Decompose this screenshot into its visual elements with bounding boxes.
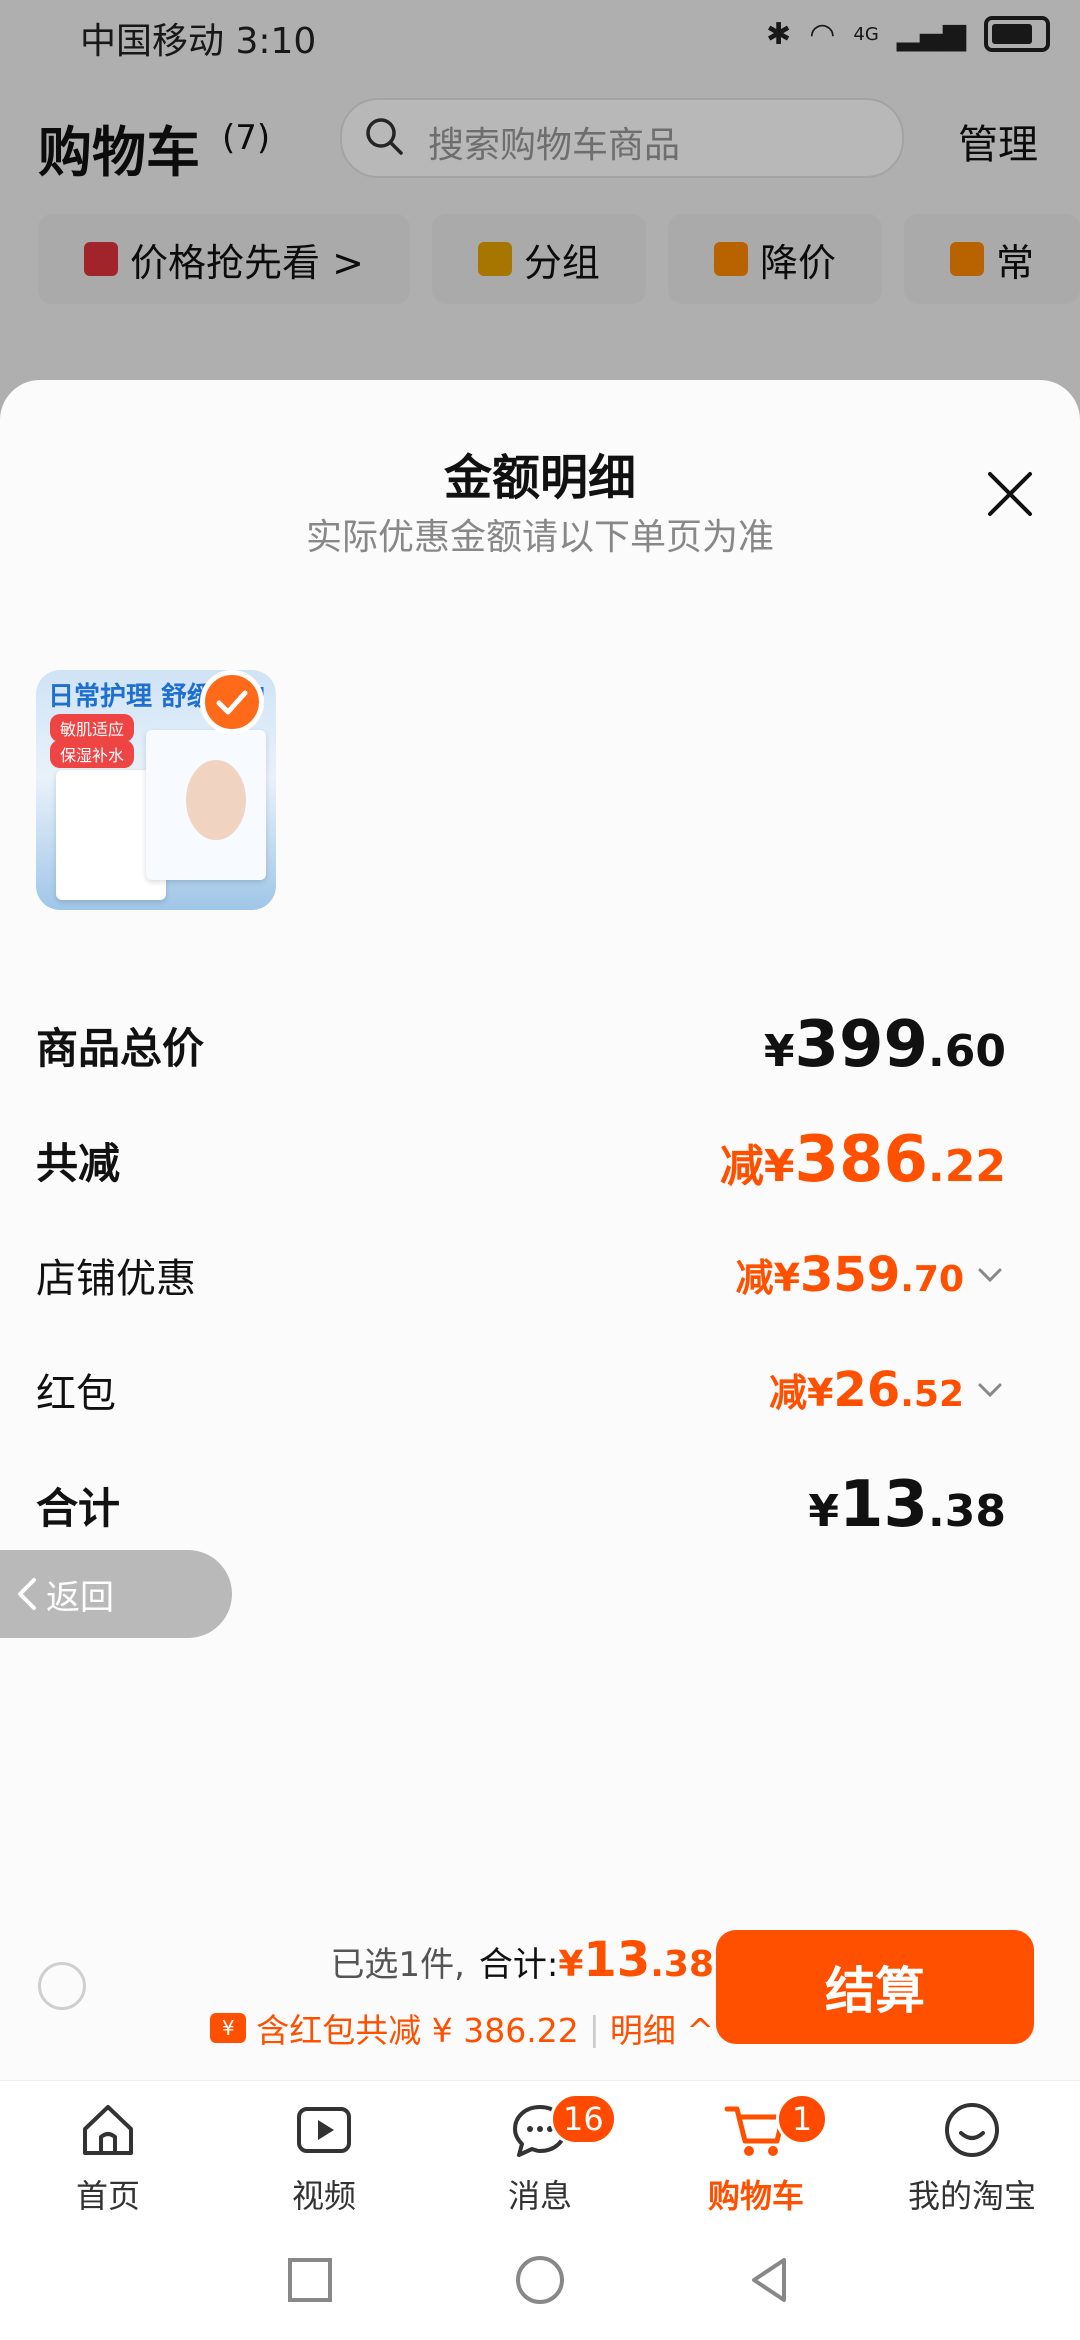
checkout-bar: 已选1件, 合计: ¥ 13 .38 ¥ 含红包共减 ¥ 386.22 | 明细… [0, 1910, 1080, 2080]
selected-count: 已选1件, [330, 1945, 465, 1985]
profile-icon [945, 2103, 999, 2157]
amount-dec: .38 [650, 1944, 714, 1985]
amount-dec: .70 [900, 1259, 964, 1300]
amount-int: 13 [583, 1932, 651, 1988]
select-all-checkbox[interactable] [38, 1962, 86, 2010]
tab-label: 我的淘宝 [907, 2177, 1036, 2215]
currency: ¥ [808, 1486, 839, 1537]
tab-profile[interactable]: 我的淘宝 [864, 2081, 1080, 2221]
system-navigation-bar [0, 2220, 1080, 2340]
row-red-packet[interactable]: 红包 减 ¥ 26 .52 [36, 1355, 1006, 1425]
amount-value: ¥ 399 .60 [764, 1008, 1006, 1082]
chevron-down-icon[interactable] [974, 1259, 1006, 1291]
reduction-prefix: 减 [719, 1141, 764, 1192]
video-icon [297, 2107, 351, 2153]
home-circle-icon[interactable] [510, 2250, 570, 2310]
currency: ¥ [558, 1944, 584, 1985]
amount-value: 减 ¥ 26 .52 [769, 1362, 964, 1418]
amount-wrap: 减 ¥ 26 .52 [769, 1362, 1006, 1418]
tab-label: 视频 [291, 2177, 356, 2215]
row-total-reduction: 共减 减 ¥ 386 .22 [36, 1123, 1006, 1197]
product-tag: 保湿补水 [50, 740, 135, 768]
reduction-prefix: 减 [735, 1256, 774, 1300]
divider: | [588, 2008, 600, 2048]
summary-line: 已选1件, 合计: ¥ 13 .38 [330, 1932, 714, 1988]
discount-text: 含红包共减 ¥ 386.22 [256, 2011, 579, 2050]
amount-int: 399 [794, 1008, 929, 1082]
row-label: 商品总价 [36, 1023, 205, 1073]
currency: ¥ [806, 1371, 834, 1415]
amount-int: 386 [794, 1123, 929, 1197]
amount-dec: .60 [928, 1026, 1006, 1077]
amount-detail-sheet: 金额明细 实际优惠金额请以下单页为准 日常护理 舒缓修护 敏肌适应 保湿补水 商… [0, 380, 1080, 2080]
close-icon[interactable] [984, 468, 1036, 520]
total-amount: ¥ 13 .38 [558, 1932, 714, 1988]
row-store-discount[interactable]: 店铺优惠 减 ¥ 359 .70 [36, 1240, 1006, 1310]
detail-link[interactable]: 明细 ^ [610, 2004, 714, 2052]
row-label: 合计 [36, 1483, 121, 1533]
tab-home[interactable]: 首页 [0, 2081, 216, 2221]
recents-icon[interactable] [280, 2250, 340, 2310]
selected-check-icon [200, 670, 264, 734]
message-badge: 16 [550, 2093, 617, 2145]
amount-dec: .38 [928, 1486, 1006, 1537]
back-triangle-icon[interactable] [740, 2250, 800, 2310]
bottom-tab-bar: 首页 视频 16 消息 1 购物车 我的淘宝 [0, 2080, 1080, 2221]
amount-dec: .22 [928, 1141, 1006, 1192]
chevron-down-icon[interactable] [974, 1374, 1006, 1406]
amount-value: 减 ¥ 386 .22 [720, 1123, 1006, 1197]
back-label: 返回 [46, 1577, 114, 1618]
amount-int: 13 [838, 1468, 929, 1542]
tab-video[interactable]: 视频 [216, 2081, 432, 2221]
currency: ¥ [763, 1141, 795, 1192]
chevron-left-icon [18, 1578, 36, 1610]
row-goods-total: 商品总价 ¥ 399 .60 [36, 1008, 1006, 1082]
row-label: 店铺优惠 [36, 1256, 196, 1302]
amount-wrap: 减 ¥ 359 .70 [736, 1247, 1006, 1303]
row-label: 红包 [36, 1371, 116, 1417]
discount-line[interactable]: ¥ 含红包共减 ¥ 386.22 | 明细 ^ [210, 2004, 714, 2052]
tab-label: 首页 [75, 2177, 140, 2215]
reduction-prefix: 减 [768, 1371, 807, 1415]
sheet-subtitle: 实际优惠金额请以下单页为准 [305, 517, 774, 558]
cart-badge: 1 [776, 2093, 828, 2145]
model-face-image [186, 760, 246, 840]
tab-label: 消息 [507, 2177, 572, 2215]
tab-messages[interactable]: 16 消息 [432, 2081, 648, 2221]
amount-int: 359 [800, 1247, 901, 1303]
amount-int: 26 [833, 1362, 901, 1418]
amount-value: 减 ¥ 359 .70 [736, 1247, 964, 1303]
total-label: 合计: [478, 1945, 559, 1985]
back-button[interactable]: 返回 [0, 1550, 232, 1638]
red-packet-icon: ¥ [210, 2013, 247, 2043]
product-tag: 敏肌适应 [50, 714, 135, 742]
amount-value: ¥ 13 .38 [808, 1468, 1006, 1542]
currency: ¥ [773, 1256, 801, 1300]
tab-label: 购物车 [707, 2177, 804, 2215]
row-label: 共减 [36, 1138, 121, 1188]
checkout-button[interactable]: 结算 [716, 1930, 1034, 2044]
tab-cart[interactable]: 1 购物车 [648, 2081, 864, 2221]
sheet-title: 金额明细 [443, 450, 636, 506]
home-icon [83, 2105, 133, 2155]
amount-dec: .52 [900, 1374, 964, 1415]
row-grand-total: 合计 ¥ 13 .38 [36, 1468, 1006, 1542]
currency: ¥ [763, 1026, 795, 1077]
